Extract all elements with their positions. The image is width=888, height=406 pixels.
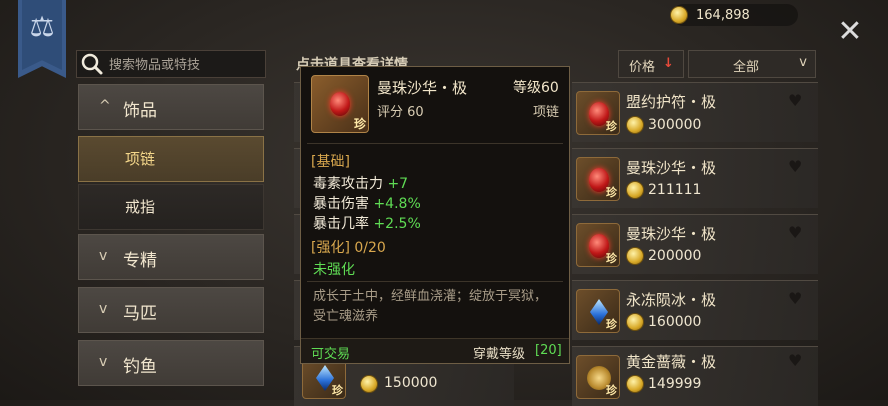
item-thumb: 珍 xyxy=(576,355,620,399)
tooltip-item-name: 曼珠沙华・极 xyxy=(377,79,468,97)
chevron-down-icon: v xyxy=(99,354,108,370)
wear-level-label: 穿戴等级 xyxy=(473,347,526,362)
search-input[interactable] xyxy=(107,54,261,76)
enhance-status: 未强化 xyxy=(313,262,355,278)
coin-icon xyxy=(360,375,378,393)
close-icon: ✕ xyxy=(837,14,863,49)
category-label: 钓鱼 xyxy=(123,357,157,377)
list-item[interactable]: 珍 黄金蔷薇・极 149999 ♥ xyxy=(572,346,818,406)
price-sort-button[interactable]: 价格 ↓ xyxy=(618,50,684,78)
tooltip-footer: 可交易 穿戴等级 [20] xyxy=(301,338,569,363)
list-item[interactable]: 珍 盟约护符・极 300000 ♥ xyxy=(572,82,818,142)
item-thumb: 珍 xyxy=(576,157,620,201)
flavor-text: 成长于土中，经鲜血浇灌；绽放于冥狱，受亡魂滋养 xyxy=(313,289,548,324)
stat-value: +4.8% xyxy=(373,196,421,212)
item-price: 211111 xyxy=(648,182,702,198)
chevron-down-icon: v xyxy=(99,248,108,264)
tooltip-item-score: 评分 60 xyxy=(377,105,424,120)
category-label: 饰品 xyxy=(123,101,157,121)
category-accessory[interactable]: ^ 饰品 xyxy=(78,84,264,130)
item-thumb: 珍 xyxy=(576,289,620,333)
stat-label: 暴击几率 xyxy=(313,216,369,232)
filter-dropdown[interactable]: 全部 v xyxy=(688,50,816,78)
rarity-badge: 珍 xyxy=(353,117,366,131)
coin-icon xyxy=(626,313,644,331)
sort-label: 价格 xyxy=(629,60,656,75)
item-name: 盟约护符・极 xyxy=(626,93,717,111)
sort-arrow-icon: ↓ xyxy=(663,56,674,71)
chevron-down-icon: v xyxy=(799,55,807,70)
item-name: 曼珠沙华・极 xyxy=(626,159,717,177)
item-name: 曼珠沙华・极 xyxy=(626,225,717,243)
tooltip-item-type: 项链 xyxy=(533,105,560,120)
stat-value: +2.5% xyxy=(373,216,421,232)
heart-icon[interactable]: ♥ xyxy=(788,351,802,370)
rarity-badge: 珍 xyxy=(606,384,617,397)
stat-label: 毒素攻击力 xyxy=(313,176,383,192)
stat-line: 毒素攻击力 +7 xyxy=(313,173,408,193)
gem-icon xyxy=(330,92,350,116)
category-label: 项链 xyxy=(125,150,156,168)
coin-icon xyxy=(670,6,688,24)
scale-icon: ⚖ xyxy=(29,10,55,43)
base-stats-header: [基础] xyxy=(311,154,350,170)
chevron-up-icon: ^ xyxy=(99,98,111,114)
category-horse[interactable]: v 马匹 xyxy=(78,287,264,333)
category-label: 马匹 xyxy=(123,304,157,324)
category-necklace[interactable]: 项链 xyxy=(78,136,264,182)
stat-line: 暴击伤害 +4.8% xyxy=(313,193,421,213)
item-name: 黄金蔷薇・极 xyxy=(626,353,717,371)
chevron-down-icon: v xyxy=(99,301,108,317)
coin-icon xyxy=(626,375,644,393)
heart-icon[interactable]: ♥ xyxy=(788,289,802,308)
item-price: 160000 xyxy=(648,314,702,330)
divider xyxy=(307,281,563,282)
item-thumb: 珍 xyxy=(576,223,620,267)
coin-icon xyxy=(626,247,644,265)
item-price: 149999 xyxy=(648,376,702,392)
filter-label: 全部 xyxy=(733,60,760,75)
tooltip-item-icon: 珍 xyxy=(311,75,369,133)
stat-value: +7 xyxy=(387,176,409,192)
list-item[interactable]: 珍 永冻陨冰・极 160000 ♥ xyxy=(572,280,818,340)
stat-label: 暴击伤害 xyxy=(313,196,369,212)
item-detail-tooltip: 珍 曼珠沙华・极 等级60 评分 60 项链 [基础] 毒素攻击力 +7 暴击伤… xyxy=(300,66,570,364)
item-thumb: 珍 xyxy=(576,91,620,135)
item-price: 200000 xyxy=(648,248,702,264)
list-item[interactable]: 珍 曼珠沙华・极 211111 ♥ xyxy=(572,148,818,208)
tradeable-label: 可交易 xyxy=(311,347,351,362)
search-icon[interactable] xyxy=(80,52,104,76)
heart-icon[interactable]: ♥ xyxy=(788,157,802,176)
coin-icon xyxy=(626,116,644,134)
close-button[interactable]: ✕ xyxy=(836,17,864,47)
category-fishing[interactable]: v 钓鱼 xyxy=(78,340,264,386)
heart-icon[interactable]: ♥ xyxy=(788,91,802,110)
tooltip-item-level: 等级60 xyxy=(513,80,559,96)
coin-icon xyxy=(626,181,644,199)
item-price: 300000 xyxy=(648,117,702,133)
divider xyxy=(307,143,563,144)
category-ring[interactable]: 戒指 xyxy=(78,184,264,230)
rarity-badge: 珍 xyxy=(606,186,617,199)
enhance-header: [强化] 0/20 xyxy=(311,240,386,256)
heart-icon[interactable]: ♥ xyxy=(788,223,802,242)
item-name: 永冻陨冰・极 xyxy=(626,291,717,309)
category-label: 专精 xyxy=(123,251,157,271)
category-specialty[interactable]: v 专精 xyxy=(78,234,264,280)
wear-level-value: [20] xyxy=(535,343,562,358)
item-price: 150000 xyxy=(384,375,438,391)
rarity-badge: 珍 xyxy=(606,120,617,133)
currency-amount: 164,898 xyxy=(696,8,750,23)
rarity-badge: 珍 xyxy=(606,252,617,265)
category-label: 戒指 xyxy=(125,198,156,216)
list-item[interactable]: 珍 曼珠沙华・极 200000 ♥ xyxy=(572,214,818,274)
rarity-badge: 珍 xyxy=(606,318,617,331)
stat-line: 暴击几率 +2.5% xyxy=(313,213,421,233)
rarity-badge: 珍 xyxy=(332,384,343,397)
search-box[interactable] xyxy=(76,50,266,78)
